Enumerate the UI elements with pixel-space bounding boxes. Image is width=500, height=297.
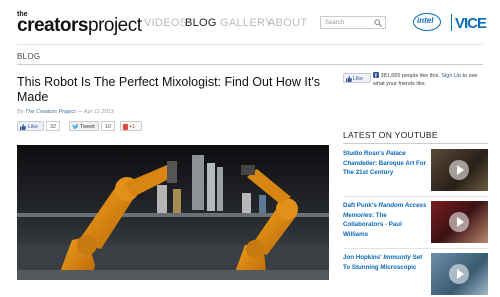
svg-text:VICE: VICE bbox=[455, 15, 487, 31]
video-item[interactable]: Jon Hopkins' Immunity Set To Stunning Mi… bbox=[343, 253, 488, 297]
facebook-signup-link[interactable]: Sign Up bbox=[441, 73, 461, 79]
header-divider bbox=[17, 44, 483, 45]
logo-bold: creators bbox=[17, 15, 89, 36]
video-divider bbox=[343, 248, 488, 249]
vice-logo-icon: VICE bbox=[450, 14, 488, 32]
facebook-like-box: Like f 381,665 people like this. Sign Up… bbox=[343, 72, 488, 92]
nav-blog[interactable]: BLOG bbox=[185, 17, 217, 29]
play-icon[interactable] bbox=[449, 160, 469, 180]
nav-videos[interactable]: VIDEOS bbox=[144, 17, 187, 29]
video-thumbnail[interactable] bbox=[431, 253, 488, 295]
facebook-icon: f bbox=[373, 72, 379, 80]
article-date: — Apr 11 2013 bbox=[75, 109, 114, 115]
video-item[interactable]: Daft Punk's Random Access Memories: The … bbox=[343, 201, 488, 245]
breadcrumb[interactable]: BLOG bbox=[17, 52, 40, 61]
search-input[interactable]: Search bbox=[320, 16, 386, 29]
facebook-like-text: f 381,665 people like this. Sign Up to s… bbox=[373, 72, 478, 87]
nav-gallery[interactable]: GALLERY bbox=[220, 17, 273, 29]
play-icon[interactable] bbox=[449, 264, 469, 284]
nav-about[interactable]: ABOUT bbox=[268, 17, 307, 29]
like-count: 32 bbox=[46, 121, 61, 131]
youtube-heading-divider bbox=[343, 143, 488, 144]
video-title[interactable]: Jon Hopkins' Immunity Set To Stunning Mi… bbox=[343, 253, 428, 272]
breadcrumb-divider bbox=[17, 64, 483, 65]
video-title[interactable]: Daft Punk's Random Access Memories: The … bbox=[343, 201, 428, 239]
youtube-section-heading: LATEST ON YOUTUBE bbox=[343, 130, 438, 140]
logo-light: project bbox=[88, 15, 142, 36]
article-hero-image[interactable] bbox=[17, 145, 329, 280]
video-item[interactable]: Studio Roso's Palace Chandelier: Baroque… bbox=[343, 149, 488, 193]
search-placeholder: Search bbox=[325, 20, 345, 26]
video-thumbnail[interactable] bbox=[431, 201, 488, 243]
facebook-page-like-button[interactable]: Like bbox=[343, 73, 371, 83]
google-plus-button[interactable]: +1 bbox=[120, 121, 142, 131]
vice-logo[interactable]: VICE bbox=[450, 14, 488, 32]
robot-mixologist-photo bbox=[17, 145, 329, 280]
google-plus-icon bbox=[123, 124, 128, 130]
twitter-bird-icon bbox=[72, 124, 79, 129]
logo-wordmark: creatorsproject bbox=[17, 15, 142, 37]
video-thumbnail[interactable] bbox=[431, 149, 488, 191]
play-icon[interactable] bbox=[449, 212, 469, 232]
author-link[interactable]: The Creators Project bbox=[25, 109, 76, 115]
thumbs-up-icon bbox=[20, 124, 26, 130]
byline-prefix: By bbox=[17, 109, 25, 115]
intel-logo[interactable]: intel bbox=[413, 13, 441, 31]
tweet-count: 10 bbox=[101, 121, 116, 131]
video-divider bbox=[343, 196, 488, 197]
video-title[interactable]: Studio Roso's Palace Chandelier: Baroque… bbox=[343, 149, 428, 178]
thumbs-up-icon bbox=[346, 76, 352, 82]
site-header: the creatorsproject VIDEOS BLOG GALLERY … bbox=[0, 0, 500, 44]
article-byline: By The Creators Project — Apr 11 2013 bbox=[17, 109, 114, 115]
tweet-button[interactable]: Tweet bbox=[69, 121, 99, 131]
search-icon[interactable] bbox=[374, 19, 382, 27]
article-title: This Robot Is The Perfect Mixologist: Fi… bbox=[17, 75, 320, 104]
facebook-like-button[interactable]: Like bbox=[17, 121, 44, 131]
